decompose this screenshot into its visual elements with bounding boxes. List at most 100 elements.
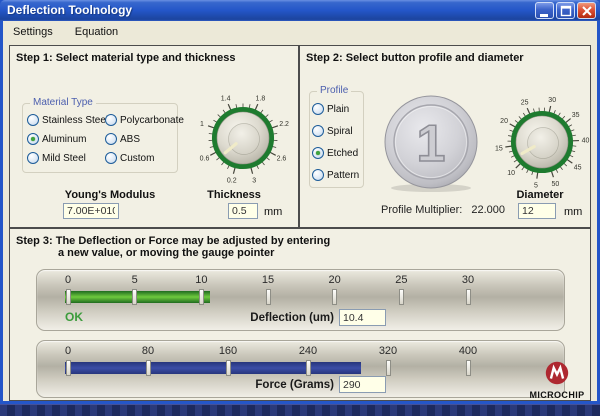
thickness-unit: mm [264, 206, 282, 218]
step1-title: Step 1: Select material type and thickne… [16, 52, 235, 64]
radio-option-label: Mild Steel [42, 153, 86, 164]
thickness-knob[interactable]: 0.20.611.41.82.22.63 [193, 88, 293, 188]
material-type-options: Stainless SteelPolycarbonateAluminumABSM… [23, 104, 177, 164]
gauge-tick-label: 0 [53, 345, 83, 357]
gauge-tick-mark [399, 289, 404, 305]
app-window: Deflection Toolnology Settings Equation … [0, 0, 600, 404]
knob-scale-label: 2.2 [279, 121, 289, 128]
radio-button-icon [105, 133, 117, 145]
gauge-tick-mark [386, 360, 391, 376]
gauge-tick-label: 15 [253, 274, 283, 286]
menu-equation[interactable]: Equation [75, 26, 118, 38]
desktop-taskbar-strip [0, 404, 600, 416]
gauge-bar-fill[interactable] [65, 362, 361, 374]
microchip-logo-icon [543, 360, 571, 386]
knob-scale-label: 25 [521, 100, 529, 107]
radio-option-aluminum[interactable]: Aluminum [27, 133, 105, 145]
button-preview: 1 [381, 94, 481, 194]
profile-multiplier: Profile Multiplier: 22.000 [381, 204, 505, 216]
radio-option-label: Aluminum [42, 134, 86, 145]
menu-settings[interactable]: Settings [13, 26, 53, 38]
knob-scale-label: 45 [574, 164, 582, 171]
client-area: Step 1: Select material type and thickne… [3, 43, 597, 401]
radio-option-pattern[interactable]: Pattern [312, 169, 363, 181]
force-value-input[interactable] [339, 376, 386, 393]
material-type-legend: Material Type [30, 97, 96, 108]
radio-option-custom[interactable]: Custom [105, 152, 184, 164]
gauge-tick-mark [332, 289, 337, 305]
radio-option-label: ABS [120, 134, 140, 145]
gauge-tick-label: 320 [373, 345, 403, 357]
knob-scale-label: 30 [548, 97, 556, 104]
radio-button-icon [105, 152, 117, 164]
gauge-tick-mark [66, 360, 71, 376]
gauge-tick-label: 160 [213, 345, 243, 357]
close-button[interactable] [577, 2, 596, 19]
force-gauge-label: Force (Grams) [184, 379, 334, 391]
profile-groupbox: Profile PlainSpiralEtchedPattern [309, 91, 364, 188]
step1-panel: Step 1: Select material type and thickne… [9, 45, 299, 228]
window-title: Deflection Toolnology [7, 3, 132, 17]
gauge-tick-label: 30 [453, 274, 483, 286]
deflection-value-input[interactable] [339, 309, 386, 326]
thickness-label: Thickness [194, 189, 274, 201]
thickness-input[interactable] [228, 203, 258, 219]
deflection-gauge-label: Deflection (um) [184, 312, 334, 324]
youngs-modulus-label: Young's Modulus [60, 189, 160, 201]
microchip-logo: MICROCHIP [524, 360, 590, 400]
knob-scale-label: 20 [500, 118, 508, 125]
youngs-modulus-input[interactable] [63, 203, 119, 219]
menu-bar: Settings Equation [3, 21, 597, 43]
close-icon [578, 3, 597, 20]
knob-scale-label: 1.4 [221, 96, 231, 103]
diameter-unit: mm [564, 206, 582, 218]
button-preview-glyph: 1 [417, 115, 446, 173]
diameter-label: Diameter [500, 189, 580, 201]
radio-option-etched[interactable]: Etched [312, 147, 363, 159]
minimize-button[interactable] [535, 2, 554, 19]
gauge-tick-label: 5 [120, 274, 150, 286]
gauge-tick-label: 25 [386, 274, 416, 286]
gauge-tick-mark [266, 289, 271, 305]
profile-multiplier-label: Profile Multiplier: [381, 204, 462, 216]
radio-option-stainless-steel[interactable]: Stainless Steel [27, 114, 105, 126]
gauge-tick-label: 20 [320, 274, 350, 286]
deflection-gauge[interactable]: OK Deflection (um) 051015202530 [36, 269, 565, 331]
radio-option-label: Etched [327, 148, 358, 159]
radio-button-icon [27, 114, 39, 126]
profile-legend: Profile [317, 85, 351, 96]
diameter-knob[interactable]: 5101520253035404550 [492, 92, 592, 192]
knob-scale-label: 35 [572, 112, 580, 119]
diameter-input[interactable] [518, 203, 556, 219]
radio-option-label: Plain [327, 104, 349, 115]
maximize-button[interactable] [556, 2, 575, 19]
knob-scale-label: 1 [200, 121, 204, 128]
gauge-bar-fill[interactable] [65, 291, 210, 303]
maximize-icon [557, 3, 576, 20]
radio-option-polycarbonate[interactable]: Polycarbonate [105, 114, 184, 126]
gauge-tick-mark [306, 360, 311, 376]
radio-option-label: Pattern [327, 170, 359, 181]
radio-option-mild-steel[interactable]: Mild Steel [27, 152, 105, 164]
gauge-tick-label: 0 [53, 274, 83, 286]
profile-options: Plain Spiral Etched Pattern [310, 92, 363, 181]
gauge-tick-mark [146, 360, 151, 376]
gauge-tick-mark [466, 360, 471, 376]
gauge-tick-mark [132, 289, 137, 305]
gauge-tick-mark [66, 289, 71, 305]
deflection-status: OK [65, 310, 83, 324]
radio-option-plain[interactable]: Plain [312, 103, 363, 115]
material-type-groupbox: Material Type Stainless SteelPolycarbona… [22, 103, 178, 173]
minimize-icon [536, 3, 555, 20]
force-gauge[interactable]: Force (Grams) 080160240320400 [36, 340, 565, 398]
radio-button-icon [27, 152, 39, 164]
radio-option-label: Spiral [327, 126, 353, 137]
radio-option-spiral[interactable]: Spiral [312, 125, 363, 137]
step3-title-line1: Step 3: The Deflection or Force may be a… [16, 235, 330, 247]
radio-button-icon [312, 169, 324, 181]
title-bar: Deflection Toolnology [0, 0, 600, 21]
knob-scale-label: 10 [507, 170, 515, 177]
gauge-tick-label: 80 [133, 345, 163, 357]
radio-option-abs[interactable]: ABS [105, 133, 184, 145]
knob-scale-label: 3 [252, 177, 256, 184]
